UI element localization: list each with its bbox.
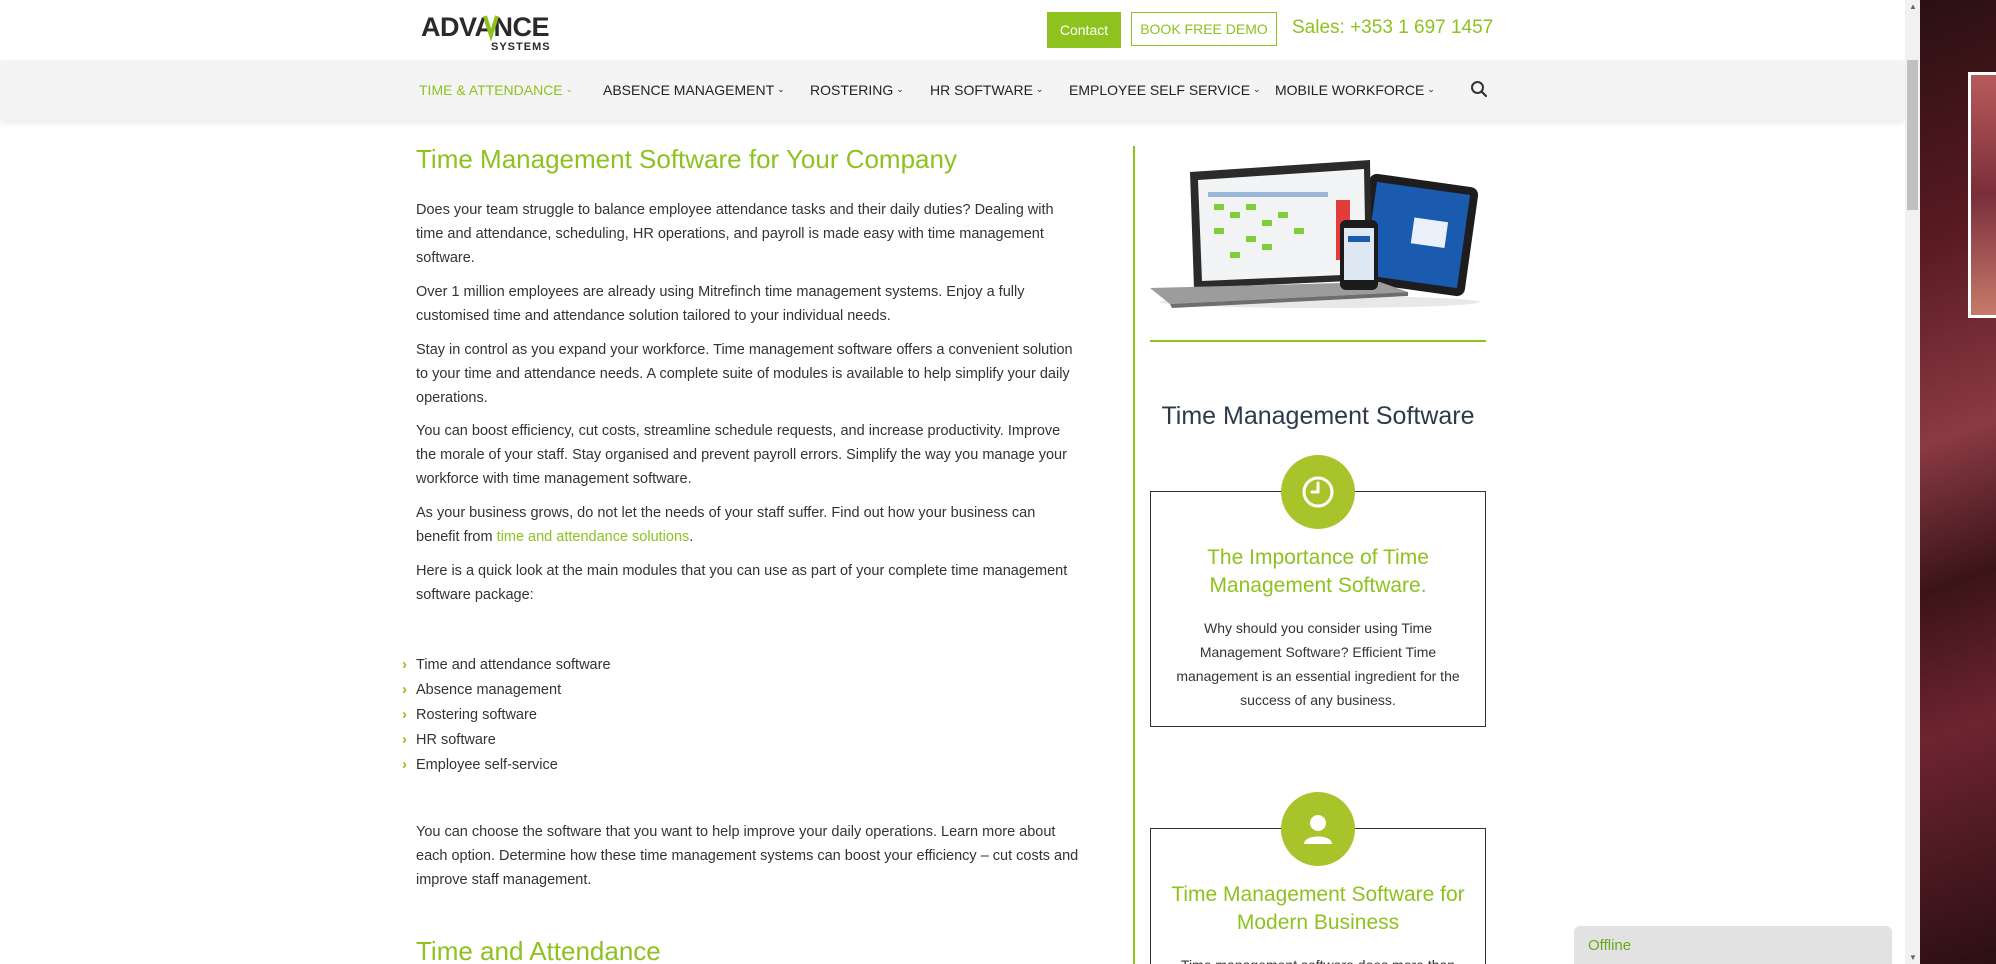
- nav-item-label: HR SOFTWARE: [930, 82, 1033, 98]
- top-header: ADVANCE SYSTEMS Contact BOOK FREE DEMO S…: [0, 0, 1905, 60]
- chat-widget[interactable]: Offline: [1574, 926, 1892, 964]
- list-item-label: Employee self-service: [416, 756, 558, 773]
- list-item-label: HR software: [416, 731, 496, 748]
- background-photo: [1968, 72, 1996, 318]
- paragraph: Over 1 million employees are already usi…: [416, 284, 1025, 324]
- card-text: Why should you consider using Time Manag…: [1176, 620, 1460, 708]
- chevron-right-icon: ›: [402, 681, 407, 698]
- list-item: › Rostering software: [402, 702, 611, 727]
- list-item-label: Rostering software: [416, 706, 537, 723]
- devices-image: [1150, 160, 1480, 308]
- sales-phone[interactable]: Sales: +353 1 697 1457: [1292, 17, 1493, 39]
- user-icon: [1281, 792, 1355, 866]
- nav-item-label: MOBILE WORKFORCE: [1275, 82, 1425, 98]
- nav-item-label: ROSTERING: [810, 82, 894, 98]
- paragraph: Stay in control as you expand your workf…: [416, 342, 1073, 406]
- nav-item-mobile-workforce[interactable]: MOBILE WORKFORCE ⌄: [1275, 60, 1435, 120]
- scrollbar[interactable]: ▲ ▼: [1905, 0, 1920, 964]
- card-text: Time management software does more than: [1167, 953, 1469, 964]
- chevron-down-icon: ⌄: [565, 83, 574, 94]
- list-item: › HR software: [402, 727, 611, 752]
- nav-item-hr-software[interactable]: HR SOFTWARE ⌄: [930, 60, 1043, 120]
- scrollbar-thumb[interactable]: [1907, 60, 1918, 210]
- chevron-right-icon: ›: [402, 656, 407, 673]
- chevron-down-icon: ⌄: [896, 83, 904, 94]
- search-icon[interactable]: [1470, 80, 1488, 98]
- card-title[interactable]: Time Management Software for Modern Busi…: [1151, 881, 1485, 937]
- nav-item-employee-self-service[interactable]: EMPLOYEE SELF SERVICE ⌄: [1069, 60, 1261, 120]
- info-card: Time Management Software for Modern Busi…: [1150, 792, 1486, 964]
- info-card: The Importance of Time Management Softwa…: [1150, 455, 1486, 727]
- sidebar-divider: [1133, 146, 1135, 964]
- scroll-down-icon[interactable]: ▼: [1909, 953, 1917, 962]
- logo[interactable]: ADVANCE SYSTEMS: [421, 10, 561, 52]
- logo-subtext: SYSTEMS: [491, 41, 551, 52]
- list-item: › Time and attendance software: [402, 652, 611, 677]
- time-attendance-solutions-link[interactable]: time and attendance solutions: [497, 529, 690, 545]
- list-item-label: Time and attendance software: [416, 656, 611, 673]
- chevron-right-icon: ›: [402, 731, 407, 748]
- nav-item-absence-management[interactable]: ABSENCE MANAGEMENT ⌄: [603, 60, 785, 120]
- paragraph: Here is a quick look at the main modules…: [416, 563, 1068, 603]
- card-title[interactable]: The Importance of Time Management Softwa…: [1151, 544, 1485, 600]
- modules-list: › Time and attendance software › Absence m…: [402, 652, 611, 777]
- sidebar-rule: [1150, 340, 1486, 342]
- list-item: › Absence management: [402, 677, 611, 702]
- paragraph: You can choose the software that you wan…: [416, 824, 1079, 888]
- list-item: › Employee self-service: [402, 752, 611, 777]
- paragraph: Does your team struggle to balance emplo…: [416, 202, 1054, 266]
- nav-item-label: ABSENCE MANAGEMENT: [603, 82, 775, 98]
- book-demo-button[interactable]: BOOK FREE DEMO: [1131, 12, 1277, 46]
- page: ADVANCE SYSTEMS Contact BOOK FREE DEMO S…: [0, 0, 1905, 964]
- sidebar-title: Time Management Software: [1161, 402, 1475, 430]
- list-item-label: Absence management: [416, 681, 562, 698]
- paragraph: You can boost efficiency, cut costs, str…: [416, 423, 1067, 487]
- scroll-up-icon[interactable]: ▲: [1909, 2, 1917, 11]
- paragraph-with-link: As your business grows, do not let the n…: [416, 501, 1081, 549]
- page-title: Time Management Software for Your Compan…: [416, 144, 957, 174]
- contact-button[interactable]: Contact: [1047, 12, 1121, 48]
- background-image: [1920, 0, 1996, 964]
- nav-item-rostering[interactable]: ROSTERING ⌄: [810, 60, 904, 120]
- clock-icon: [1281, 455, 1355, 529]
- nav-item-time-attendance[interactable]: TIME & ATTENDANCE ⌄: [419, 60, 573, 120]
- section-title: Time and Attendance: [416, 936, 661, 964]
- main-nav: TIME & ATTENDANCE ⌄ ABSENCE MANAGEMENT ⌄ R…: [0, 60, 1905, 120]
- chevron-right-icon: ›: [402, 756, 407, 773]
- chevron-down-icon: ⌄: [1253, 83, 1261, 94]
- chevron-down-icon: ⌄: [777, 83, 785, 94]
- chevron-right-icon: ›: [402, 706, 407, 723]
- nav-item-label: EMPLOYEE SELF SERVICE: [1069, 82, 1251, 98]
- paragraph-suffix: .: [689, 529, 694, 545]
- chevron-down-icon: ⌄: [1427, 83, 1435, 94]
- nav-item-label: TIME & ATTENDANCE: [419, 82, 563, 98]
- chevron-down-icon: ⌄: [1035, 83, 1044, 94]
